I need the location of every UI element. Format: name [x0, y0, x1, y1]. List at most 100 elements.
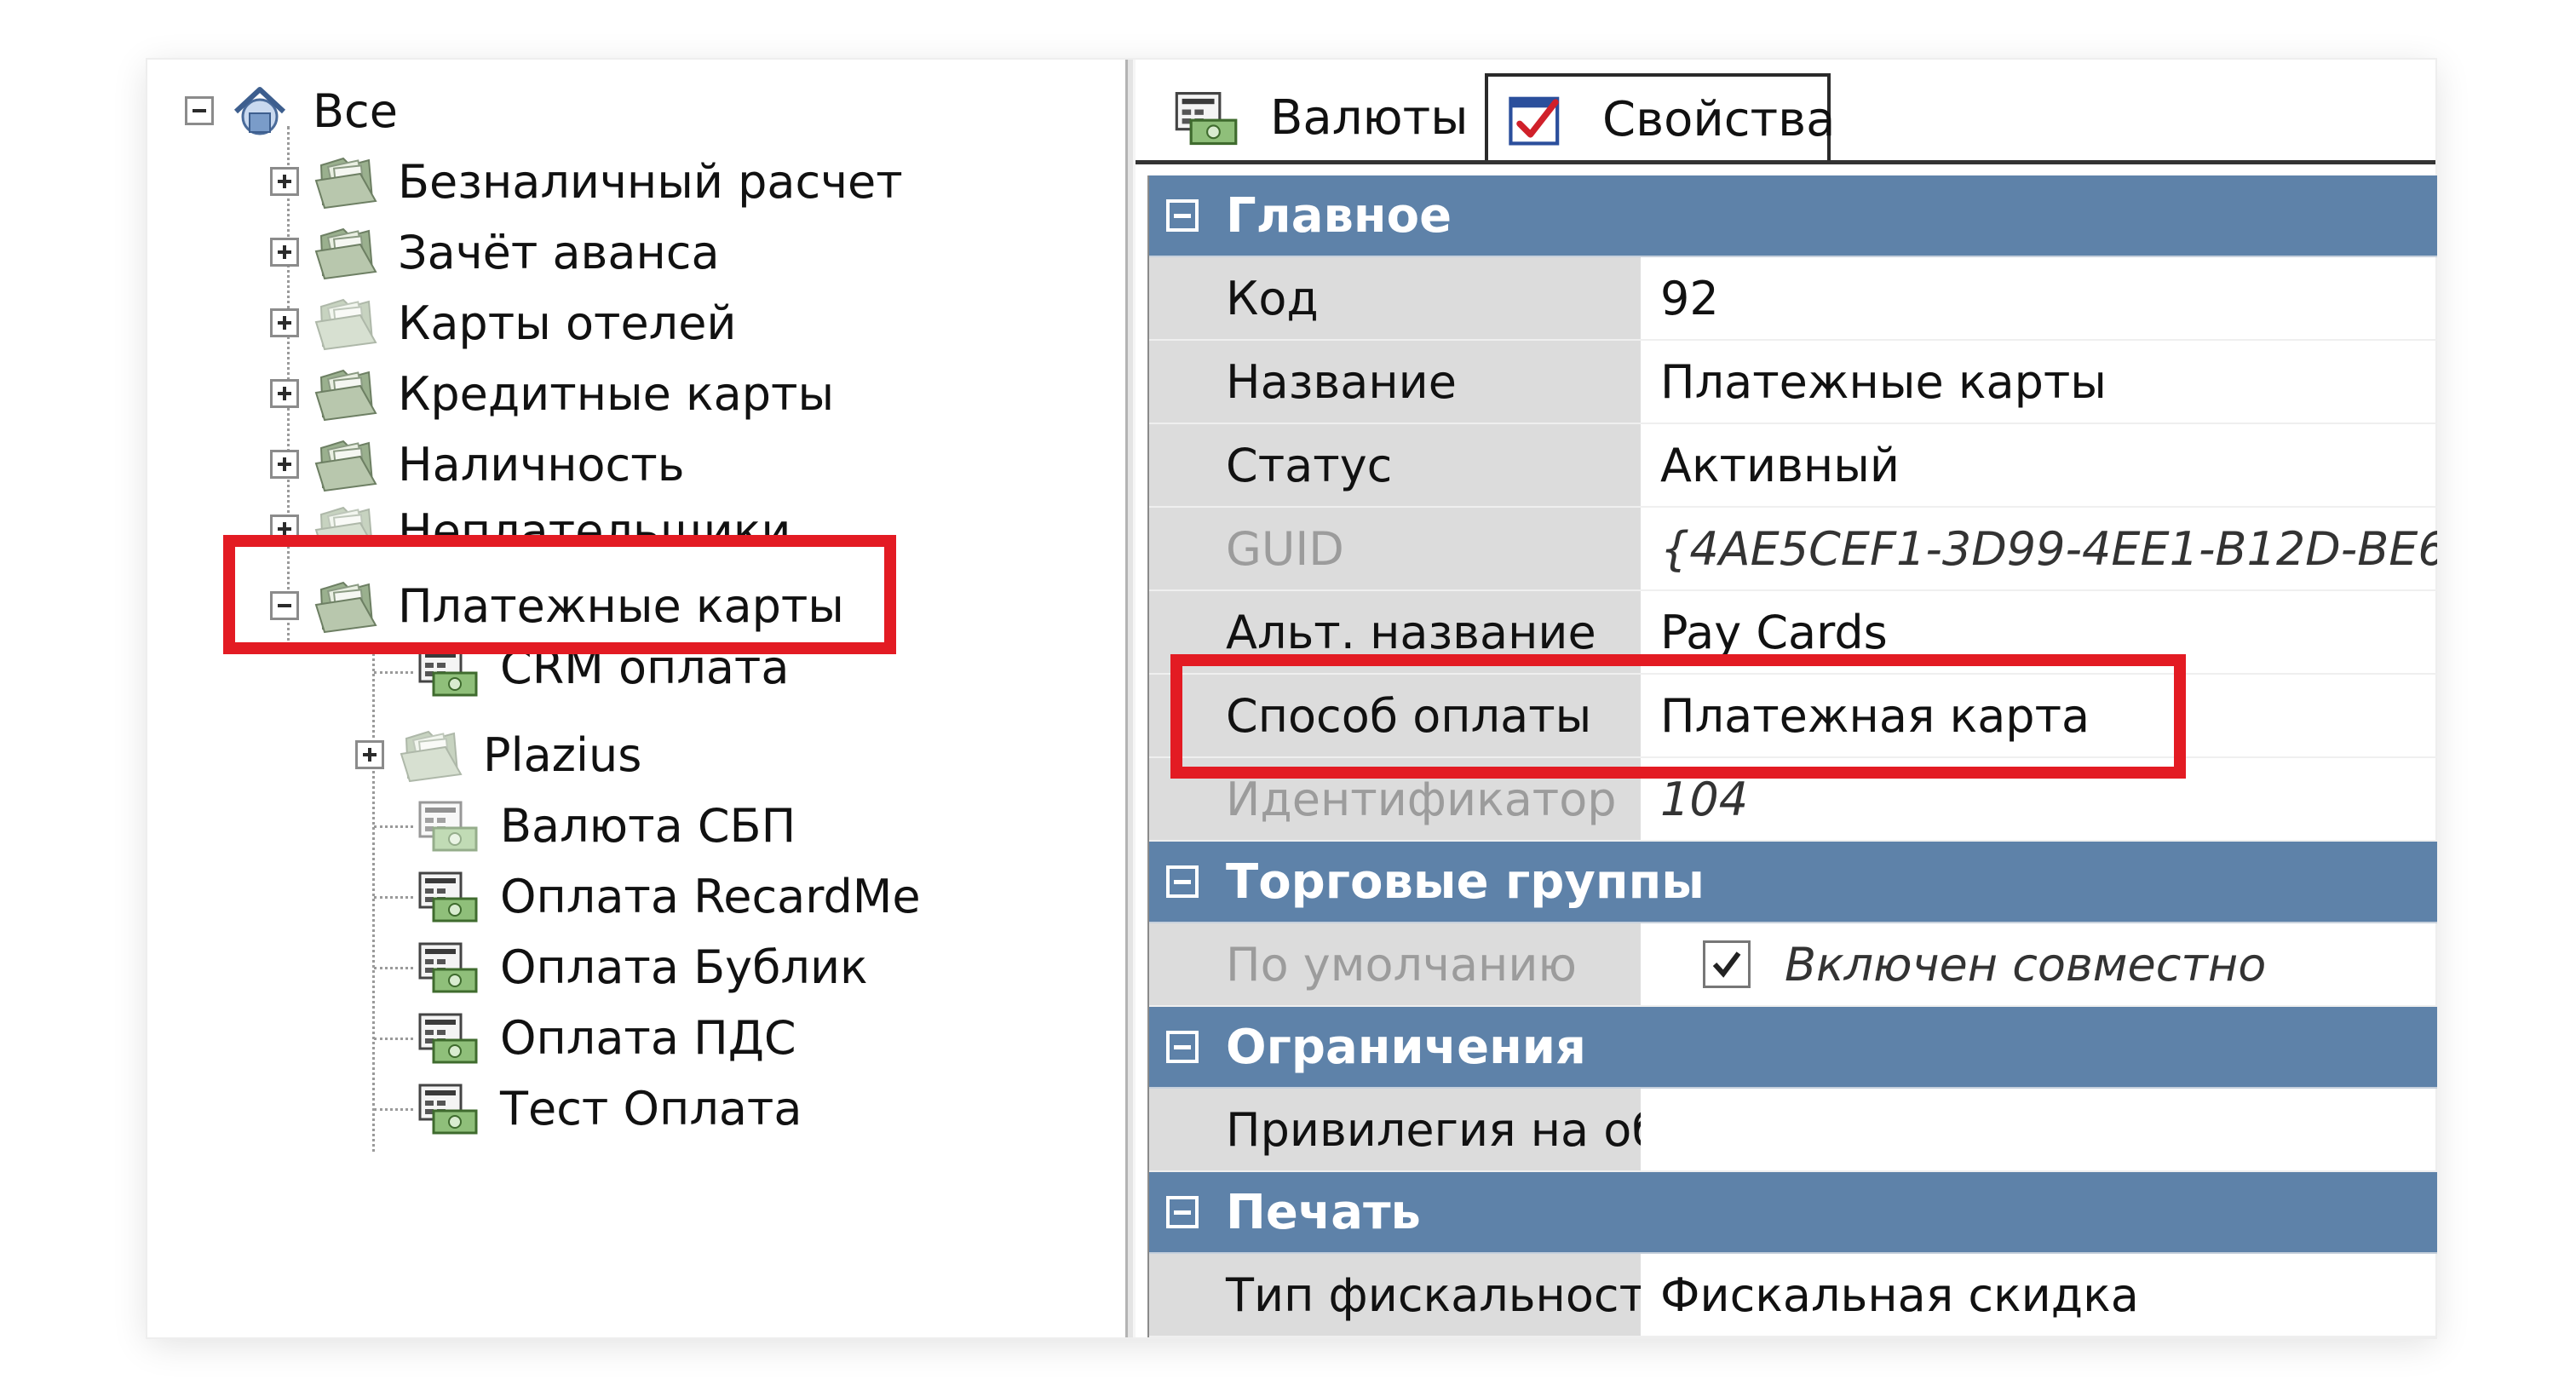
property-row-alt-name[interactable]: Альт. название Pay Cards [1149, 591, 2437, 675]
collapse-icon[interactable] [1166, 1196, 1199, 1228]
property-name: Статус [1149, 424, 1643, 506]
tree-item-advance-offset[interactable]: Зачёт аванса [270, 218, 720, 286]
currency-icon [415, 647, 480, 698]
tree-item-label: Наличность [398, 437, 685, 492]
section-main[interactable]: Главное [1149, 175, 2437, 257]
property-grid: Главное Код 92 Название Платежные карты … [1147, 175, 2437, 1337]
property-value[interactable]: Pay Cards [1643, 591, 2437, 673]
property-value[interactable] [1643, 1089, 2437, 1170]
property-name: Тип фискальност [1149, 1254, 1643, 1336]
currency-list-icon [1171, 88, 1239, 147]
property-name: Способ оплаты [1149, 675, 1643, 756]
folder-money-icon [398, 727, 463, 783]
tree-item-hotel-cards[interactable]: Карты отелей [270, 289, 737, 357]
tree-connector [374, 1108, 413, 1111]
folder-money-icon [313, 503, 377, 545]
property-name: Код [1149, 257, 1643, 339]
tree-item-label: Кредитные карты [398, 366, 835, 421]
property-row-guid[interactable]: GUID {4AE5CEF1-3D99-4EE1-B12D-BE6 [1149, 508, 2437, 591]
tree-connector [374, 896, 413, 899]
tab-currencies[interactable]: Валюты [1156, 73, 1480, 162]
tree-item-bank-transfer[interactable]: Безналичный расчет [270, 147, 903, 216]
section-title: Ограничения [1226, 1019, 1586, 1075]
expand-icon[interactable] [270, 238, 299, 267]
property-value[interactable]: Активный [1643, 424, 2437, 506]
collapse-icon[interactable] [185, 96, 214, 125]
currency-icon [415, 1009, 480, 1066]
property-value[interactable]: 92 [1643, 257, 2437, 339]
property-name: Название [1149, 341, 1643, 423]
property-row-name[interactable]: Название Платежные карты [1149, 341, 2437, 424]
folder-money-icon [313, 436, 377, 492]
property-row-code[interactable]: Код 92 [1149, 257, 2437, 341]
tree-item-label: CRM оплата [500, 647, 790, 694]
folder-money-icon [313, 365, 377, 422]
tab-label: Свойства [1602, 91, 1836, 147]
expand-icon[interactable] [270, 379, 299, 408]
tree-item-payment-cards[interactable]: Платежные карты [270, 572, 844, 640]
tree-item-label: Безналичный расчет [398, 154, 903, 209]
tree-item-sbp-currency[interactable]: Валюта СБП [415, 791, 796, 859]
property-row-identifier[interactable]: Идентификатор 104 [1149, 758, 2437, 842]
tree-item-cash[interactable]: Наличность [270, 430, 685, 498]
currency-icon [415, 797, 480, 854]
property-row-status[interactable]: Статус Активный [1149, 424, 2437, 508]
tree-item-credit-cards[interactable]: Кредитные карты [270, 359, 834, 428]
tree-item-plazius[interactable]: Plazius [355, 721, 641, 789]
tree-connector [374, 1038, 413, 1040]
tree-item-label: Оплата RecardMe [500, 869, 921, 923]
property-value[interactable]: Платежная карта [1643, 675, 2437, 756]
property-row-privilege[interactable]: Привилегия на об [1149, 1089, 2437, 1172]
window: Все Безналичный расчет Зачёт аванса Карт… [147, 60, 2437, 1337]
section-restrictions[interactable]: Ограничения [1149, 1007, 2437, 1089]
property-row-fiscal-type[interactable]: Тип фискальност Фискальная скидка [1149, 1254, 2437, 1337]
section-title: Печать [1226, 1184, 1421, 1240]
section-trade-groups[interactable]: Торговые группы [1149, 842, 2437, 923]
tree-item-crm-payment[interactable]: CRM оплата [415, 647, 789, 698]
section-title: Главное [1226, 187, 1452, 244]
property-value: 104 [1660, 772, 1749, 826]
panel-splitter[interactable] [1125, 60, 1136, 1337]
property-value: Включен совместно [1643, 923, 2437, 1005]
collapse-icon[interactable] [270, 591, 299, 620]
tab-underline [1136, 160, 2435, 164]
property-name: По умолчанию [1149, 923, 1643, 1005]
property-name: GUID [1149, 508, 1643, 589]
collapse-icon[interactable] [1166, 865, 1199, 898]
property-value[interactable]: Фискальная скидка [1643, 1254, 2437, 1336]
tree-item-label: Зачёт аванса [398, 225, 720, 279]
collapse-icon[interactable] [1166, 199, 1199, 232]
tree-item-label: Карты отелей [398, 296, 737, 350]
property-row-default[interactable]: По умолчанию Включен совместно [1149, 923, 2437, 1007]
property-value[interactable]: Платежные карты [1643, 341, 2437, 423]
tree-item-root[interactable]: Все [185, 77, 398, 145]
tree-connector [374, 825, 413, 828]
folder-money-icon [313, 153, 377, 210]
tree-item-defaulters[interactable]: Неплательщики [270, 497, 791, 545]
expand-icon[interactable] [355, 740, 384, 769]
expand-icon[interactable] [270, 167, 299, 196]
tree-item-test-payment[interactable]: Тест Оплата [415, 1074, 802, 1142]
folder-money-icon [313, 224, 377, 280]
section-print[interactable]: Печать [1149, 1172, 2437, 1254]
tab-properties[interactable]: Свойства [1485, 73, 1836, 162]
payment-tree[interactable]: Все Безналичный расчет Зачёт аванса Карт… [147, 60, 1125, 1337]
tree-item-label: Тест Оплата [500, 1081, 802, 1135]
property-row-payment-method[interactable]: Способ оплаты Платежная карта [1149, 675, 2437, 758]
properties-check-icon [1504, 89, 1572, 149]
tree-item-label: Все [313, 83, 398, 138]
folder-money-icon [313, 578, 377, 634]
property-name: Привилегия на об [1149, 1089, 1643, 1170]
expand-icon[interactable] [270, 450, 299, 479]
tree-item-bublik[interactable]: Оплата Бублик [415, 933, 868, 1001]
property-name: Альт. название [1149, 591, 1643, 673]
expand-icon[interactable] [270, 515, 299, 543]
checkbox[interactable] [1703, 940, 1751, 988]
collapse-icon[interactable] [1166, 1031, 1199, 1063]
expand-icon[interactable] [270, 308, 299, 337]
checkbox-label: Включен совместно [1785, 937, 2267, 992]
tab-label: Валюты [1270, 89, 1469, 146]
tree-item-label: Оплата Бублик [500, 940, 868, 994]
tree-item-recardme[interactable]: Оплата RecardMe [415, 862, 921, 930]
tree-item-pds[interactable]: Оплата ПДС [415, 1003, 796, 1072]
